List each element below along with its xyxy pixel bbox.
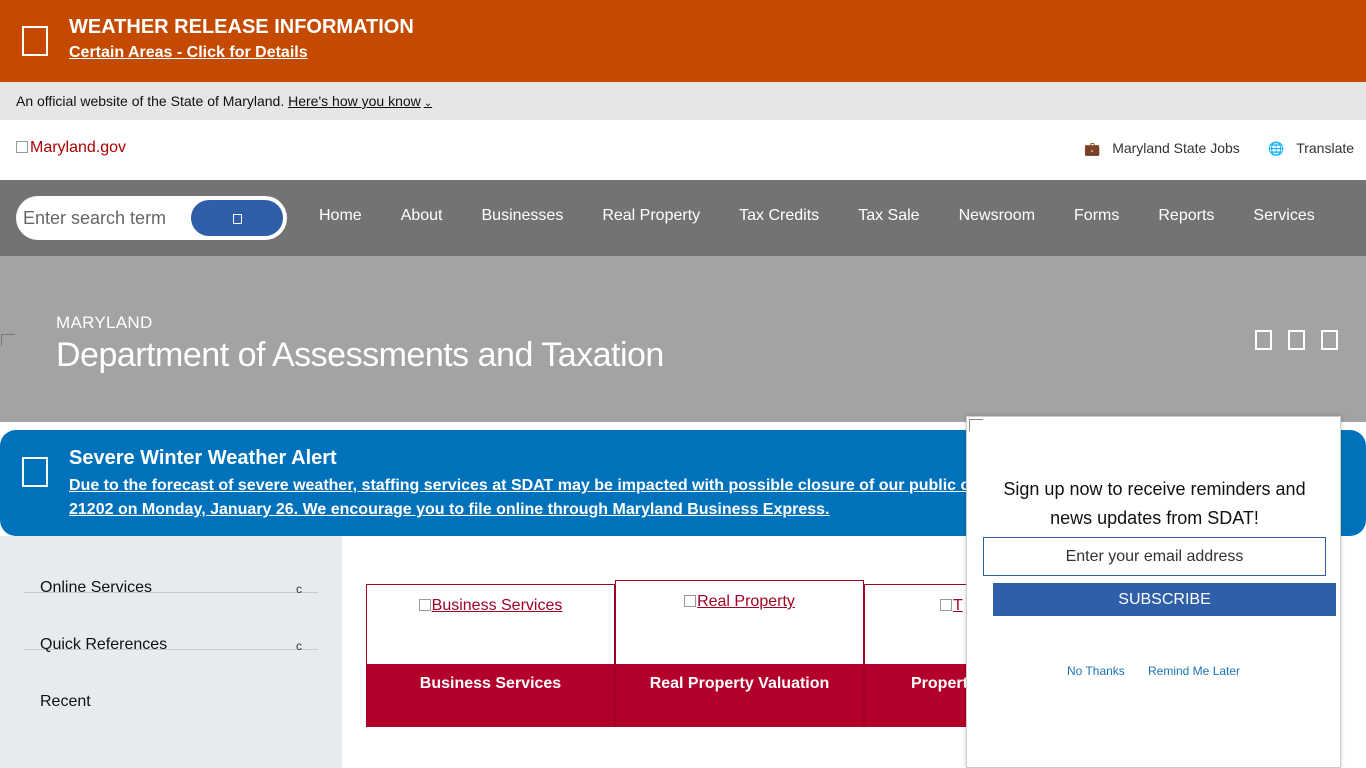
subscribe-button[interactable]: SUBSCRIBE bbox=[993, 583, 1336, 616]
nav-item-about[interactable]: About bbox=[401, 207, 443, 225]
alert-icon bbox=[22, 26, 48, 56]
alert-body-line-1: Due to the forecast of severe weather, s… bbox=[69, 477, 969, 494]
service-cards: Business Services Business Services Real… bbox=[366, 580, 986, 727]
sidebar: Online Services c Quick References c Rec… bbox=[0, 536, 342, 768]
nav-item-tax-sale[interactable]: Tax Sale bbox=[858, 207, 919, 225]
email-field[interactable] bbox=[983, 537, 1326, 576]
card-label: Real Property Valuation bbox=[616, 664, 863, 727]
remind-later-link[interactable]: Remind Me Later bbox=[1148, 664, 1240, 678]
card-business-services[interactable]: Business Services Business Services bbox=[366, 584, 615, 727]
hero-kicker: MARYLAND bbox=[56, 313, 153, 332]
font-size-icon[interactable] bbox=[1255, 330, 1272, 350]
share-icon[interactable] bbox=[1321, 330, 1338, 350]
broken-image-icon bbox=[16, 141, 28, 153]
card-image-alt: Real Property bbox=[697, 593, 795, 610]
logo-alt-text: Maryland.gov bbox=[30, 139, 127, 156]
how-you-know-label: Here's how you know bbox=[288, 93, 421, 109]
broken-image-icon bbox=[969, 419, 983, 431]
state-jobs-label: Maryland State Jobs bbox=[1112, 140, 1240, 156]
weather-banner-title: WEATHER RELEASE INFORMATION bbox=[69, 16, 414, 38]
alert-body-line-2: 21202 on Monday, January 26. We encourag… bbox=[69, 501, 830, 518]
search-box bbox=[16, 196, 287, 240]
alert-title: Severe Winter Weather Alert bbox=[69, 447, 337, 469]
broken-image-icon bbox=[684, 595, 697, 607]
card-label: Business Services bbox=[367, 664, 614, 727]
sidebar-item-recent[interactable]: Recent bbox=[24, 650, 318, 710]
sidebar-item-quick-references[interactable]: Quick References c bbox=[24, 593, 318, 653]
search-icon bbox=[233, 214, 242, 224]
nav-item-real-property[interactable]: Real Property bbox=[602, 207, 700, 225]
print-icon[interactable] bbox=[1288, 330, 1305, 350]
popup-message: Sign up now to receive reminders and new… bbox=[1003, 479, 1306, 528]
briefcase-icon: 💼 bbox=[1084, 141, 1101, 156]
page-title: Department of Assessments and Taxation bbox=[56, 336, 664, 374]
maryland-gov-logo[interactable]: Maryland.gov bbox=[16, 139, 126, 157]
official-site-banner: An official website of the State of Mary… bbox=[0, 82, 1366, 120]
official-site-text: An official website of the State of Mary… bbox=[16, 93, 285, 109]
card-image-alt: Business Services bbox=[431, 597, 563, 614]
site-header: Maryland.gov 💼 Maryland State Jobs 🌐 Trans… bbox=[0, 120, 1366, 180]
card-real-property[interactable]: Real Property Real Property Valuation bbox=[615, 580, 864, 727]
broken-image-icon bbox=[940, 599, 952, 611]
state-jobs-link[interactable]: 💼 Maryland State Jobs bbox=[1084, 140, 1240, 157]
translate-label: Translate bbox=[1296, 140, 1355, 156]
how-you-know-link[interactable]: Here's how you know ⌄ bbox=[288, 93, 432, 109]
nav-menu: Home About Businesses Real Property Tax … bbox=[319, 207, 1315, 225]
broken-image-icon bbox=[1, 334, 15, 346]
broken-image-icon bbox=[418, 599, 431, 611]
nav-item-businesses[interactable]: Businesses bbox=[482, 207, 564, 225]
globe-icon: 🌐 bbox=[1268, 141, 1285, 156]
chevron-down-icon: ⌄ bbox=[423, 98, 433, 109]
sidebar-item-label: Recent bbox=[40, 693, 91, 710]
weather-details-link[interactable]: Certain Areas - Click for Details bbox=[69, 44, 308, 62]
weather-release-banner: WEATHER RELEASE INFORMATION Certain Area… bbox=[0, 0, 1366, 82]
card-image: Real Property bbox=[616, 593, 863, 611]
nav-item-tax-credits[interactable]: Tax Credits bbox=[739, 207, 819, 225]
main-nav: Home About Businesses Real Property Tax … bbox=[0, 180, 1366, 256]
search-button[interactable] bbox=[190, 199, 284, 237]
newsletter-popup: Sign up now to receive reminders and new… bbox=[966, 416, 1341, 768]
nav-item-newsroom[interactable]: Newsroom bbox=[959, 207, 1035, 225]
translate-link[interactable]: 🌐 Translate bbox=[1268, 140, 1354, 157]
alert-icon bbox=[22, 457, 48, 487]
alert-details-link[interactable]: Due to the forecast of severe weather, s… bbox=[69, 474, 969, 522]
nav-item-reports[interactable]: Reports bbox=[1158, 207, 1214, 225]
card-image: Business Services bbox=[367, 597, 614, 615]
nav-item-forms[interactable]: Forms bbox=[1074, 207, 1119, 225]
nav-item-services[interactable]: Services bbox=[1253, 207, 1314, 225]
sidebar-item-online-services[interactable]: Online Services c bbox=[24, 536, 318, 596]
hero-banner: MARYLAND Department of Assessments and T… bbox=[0, 256, 1366, 422]
search-input[interactable] bbox=[23, 205, 193, 231]
no-thanks-link[interactable]: No Thanks bbox=[1067, 664, 1125, 678]
card-image-alt: T bbox=[953, 597, 963, 614]
nav-item-home[interactable]: Home bbox=[319, 207, 362, 225]
